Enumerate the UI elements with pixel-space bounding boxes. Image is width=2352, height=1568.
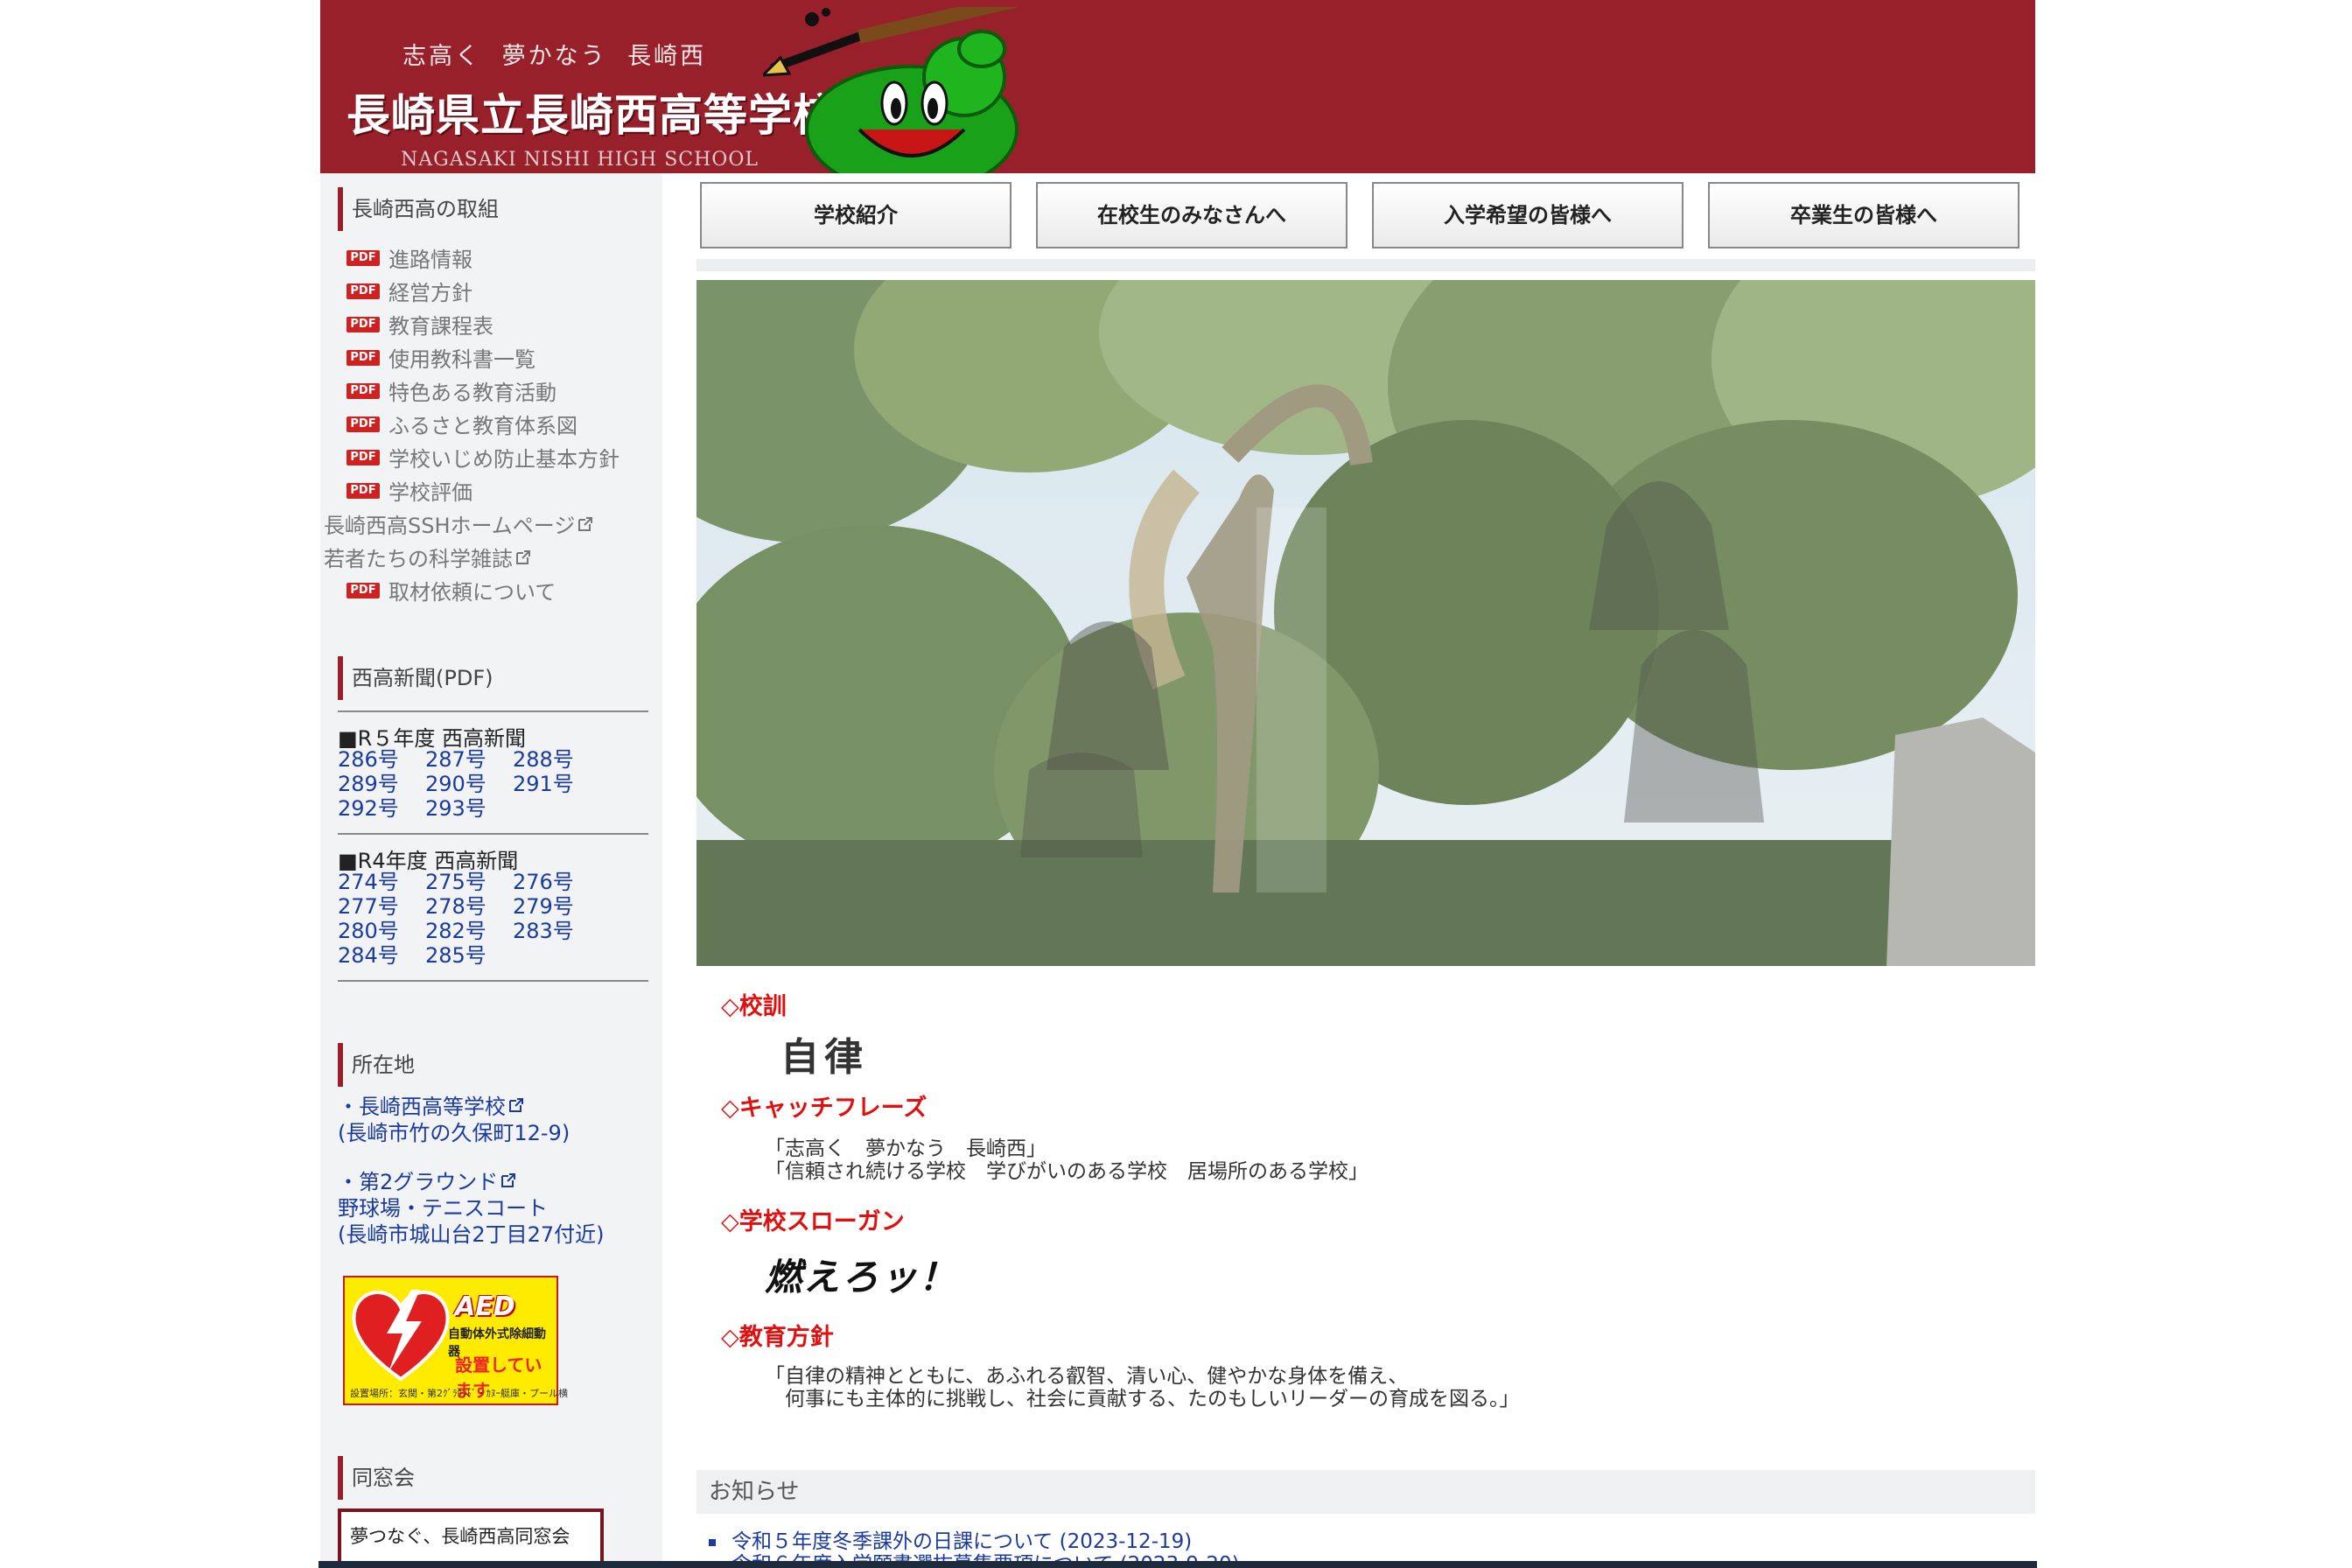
sidebar-heading-newspaper: 西高新聞(PDF) [338,656,493,700]
pdf-icon: PDF [346,284,380,299]
pdf-icon: PDF [346,416,380,432]
school-name-english: NAGASAKI NISHI HIGH SCHOOL [401,149,759,171]
site-header: 志高く 夢かなう 長崎西 長崎県立長崎西高等学校 NAGASAKI NISHI … [320,0,2035,173]
pdf-icon: PDF [346,383,380,399]
school-map-link[interactable]: ・長崎西高等学校 [338,1094,525,1120]
bottom-bar [318,1561,2037,1568]
sidebar-item-kyouiku-katei[interactable]: PDF 教育課程表 [346,310,620,343]
ground-address: (長崎市城山台2丁目27付近) [338,1222,605,1247]
pdf-icon: PDF [346,317,380,332]
school-address: (長崎市竹の久保町12-9) [338,1121,570,1145]
sidebar-heading-location: 所在地 [338,1043,415,1087]
hero-image [696,280,2035,966]
issue-link[interactable]: 292号 [338,796,425,821]
external-link-icon [516,550,530,564]
issue-link[interactable]: 283号 [513,919,600,943]
sidebar-item-hyouka[interactable]: PDF 学校評価 [346,476,620,509]
pdf-icon: PDF [346,350,380,366]
issue-link[interactable]: 286号 [338,747,425,772]
policy-text: 「自律の精神とともに、あふれる叡智、清い心、健やかな身体を備え、 何事にも主体的… [765,1365,1520,1410]
issue-link[interactable]: 278号 [425,894,513,919]
pdf-icon: PDF [346,450,380,466]
sidebar-item-keiei[interactable]: PDF 経営方針 [346,276,620,310]
divider [338,710,648,712]
sidebar-item-ijime[interactable]: PDF 学校いじめ防止基本方針 [346,443,620,476]
sidebar: 長崎西高の取組 PDF 進路情報 PDF 経営方針 PDF 教育課程表 PDF 使用教科… [320,173,662,1568]
issue-link[interactable]: 288号 [513,747,600,772]
newspaper-r4-issues: 274号 275号 276号 277号 278号 279号 280号 282号 … [338,870,600,968]
issue-link[interactable]: 274号 [338,870,425,894]
motto-heading: ◇校訓 [721,993,787,1020]
sidebar-item-furusato[interactable]: PDF ふるさと教育体系図 [346,410,620,443]
issue-link[interactable]: 276号 [513,870,600,894]
policy-heading: ◇教育方針 [721,1324,834,1351]
external-link-icon [509,1098,523,1112]
divider [338,980,648,982]
pdf-icon: PDF [346,483,380,499]
divider [338,833,648,835]
aed-banner[interactable]: AED 自動体外式除細動器 設置しています 設置場所：玄関・第2ｸﾞﾗｳﾝﾄﾞ・… [343,1276,568,1405]
heart-lightning-icon [352,1290,450,1382]
nav-prospective-students[interactable]: 入学希望の皆様へ [1372,182,1684,248]
external-link-icon [501,1173,516,1187]
pdf-icon: PDF [346,583,380,598]
catchphrase-heading: ◇キャッチフレーズ [721,1095,928,1122]
issue-link[interactable]: 284号 [338,943,425,968]
sidebar-item-kagaku[interactable]: 若者たちの科学雑誌 [324,542,620,576]
slogan-heading: ◇学校スローガン [721,1208,905,1236]
pdf-icon: PDF [346,250,380,266]
ground-map-link[interactable]: ・第2グラウンド [338,1169,517,1195]
aed-note: 設置場所：玄関・第2ｸﾞﾗｳﾝﾄﾞ・ｶﾇｰ艇庫・プール横 [350,1388,568,1399]
alumni-banner[interactable]: 夢つなぐ、長崎西高同窓会 [338,1508,604,1568]
nav-school-intro[interactable]: 学校紹介 [700,182,1012,248]
nav-current-students[interactable]: 在校生のみなさんへ [1036,182,1348,248]
external-link-icon [578,517,593,531]
sidebar-item-shuzai[interactable]: PDF 取材依頼について [346,576,620,609]
sidebar-item-tokushoku[interactable]: PDF 特色ある教育活動 [346,376,620,410]
ground-description: 野球場・テニスコート [338,1196,548,1221]
issue-link[interactable]: 277号 [338,894,425,919]
issue-link[interactable]: 285号 [425,943,513,968]
header-tagline: 志高く 夢かなう 長崎西 [402,43,707,70]
issue-link[interactable]: 287号 [425,747,513,772]
torikumi-list: PDF 進路情報 PDF 経営方針 PDF 教育課程表 PDF 使用教科書一覧 PDF 特… [324,243,620,609]
newspaper-r5-issues: 286号 287号 288号 289号 290号 291号 292号 293号 [338,747,600,821]
aed-title: AED [455,1292,515,1322]
issue-link[interactable]: 293号 [425,796,513,821]
catchphrase-text: 「志高く 夢かなう 長崎西」 「信頼され続ける学校 学びがいのある学校 居場所の… [765,1138,1368,1183]
page: 志高く 夢かなう 長崎西 長崎県立長崎西高等学校 NAGASAKI NISHI … [320,0,2035,1568]
sidebar-item-kyoukasho[interactable]: PDF 使用教科書一覧 [346,343,620,376]
sidebar-heading-torikumi: 長崎西高の取組 [338,187,499,231]
issue-link[interactable]: 279号 [513,894,600,919]
issue-link[interactable]: 289号 [338,772,425,796]
school-slogan: 燃えろッ！ [765,1256,958,1298]
issue-link[interactable]: 280号 [338,919,425,943]
school-motto: 自律 [780,1035,868,1080]
issue-link[interactable]: 282号 [425,919,513,943]
issue-link[interactable]: 290号 [425,772,513,796]
sidebar-item-ssh[interactable]: 長崎西高SSHホームページ [324,509,620,542]
nav-graduates[interactable]: 卒業生の皆様へ [1708,182,2020,248]
sidebar-heading-alumni: 同窓会 [338,1456,415,1500]
mascot-illustration [763,7,1019,173]
news-heading: お知らせ [696,1470,2035,1514]
issue-link[interactable]: 275号 [425,870,513,894]
hero-top-strip [696,259,2035,271]
issue-link[interactable]: 291号 [513,772,600,796]
sidebar-item-shinro[interactable]: PDF 進路情報 [346,243,620,276]
